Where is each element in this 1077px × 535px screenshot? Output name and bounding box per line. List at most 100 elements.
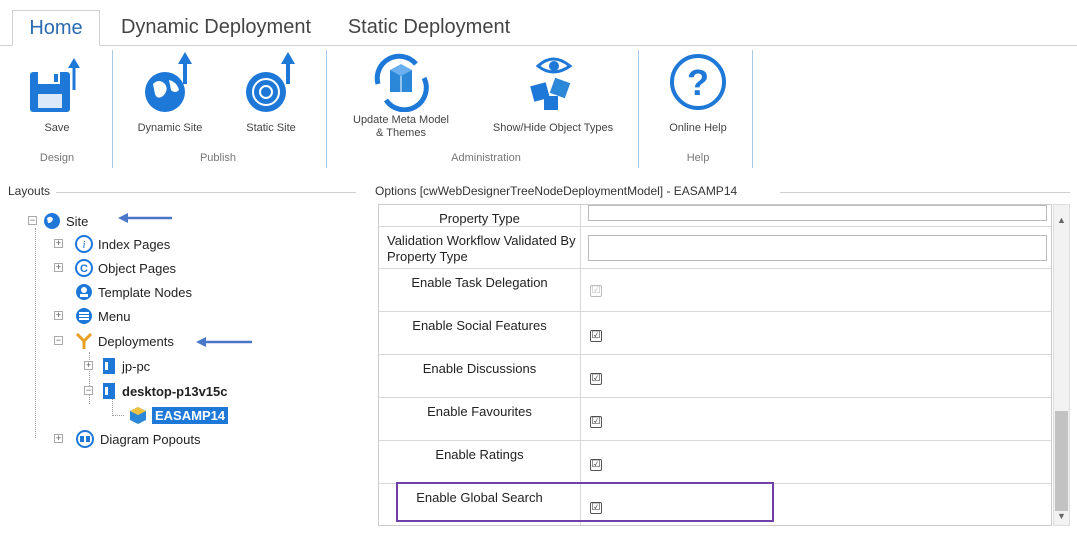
property-row: Enable Social Features ☑ <box>379 312 1051 355</box>
enable-social-features-checkbox[interactable]: ☑ <box>590 330 602 342</box>
group-help-label: Help <box>686 152 710 164</box>
online-help-label: Online Help <box>669 122 727 134</box>
property-row: Validation Workflow Validated By Propert… <box>379 227 1051 269</box>
property-name: Enable Discussions <box>379 355 581 397</box>
tree-item-site[interactable]: − Site <box>28 210 88 232</box>
tree-label: Diagram Popouts <box>100 431 201 447</box>
enable-discussions-checkbox[interactable]: ☑ <box>590 373 602 385</box>
svg-text:i: i <box>82 239 85 251</box>
tree-label: jp-pc <box>122 358 151 374</box>
enable-ratings-checkbox[interactable]: ☑ <box>590 459 602 471</box>
property-name: Enable Ratings <box>379 441 581 483</box>
dynamic-site-globe-icon <box>145 52 192 112</box>
enable-task-delegation-checkbox[interactable]: ☑ <box>590 285 602 297</box>
scroll-up-icon[interactable]: ▲ <box>1054 215 1069 227</box>
tree-label: Menu <box>98 308 131 324</box>
property-name: Validation Workflow Validated By Propert… <box>379 227 581 268</box>
dynamic-site-label: Dynamic Site <box>137 122 203 134</box>
expand-icon[interactable]: + <box>84 361 93 370</box>
menu-icon <box>76 308 92 324</box>
property-name: Enable Favourites <box>379 398 581 440</box>
expand-icon[interactable]: + <box>54 434 63 443</box>
pointer-arrow-icon <box>118 213 172 223</box>
tree-item-deployments[interactable]: − Deployments <box>54 330 174 352</box>
group-separator <box>752 50 753 168</box>
template-icon <box>76 284 92 300</box>
tree-item-menu[interactable]: + Menu <box>54 305 131 327</box>
property-row: Enable Favourites ☑ <box>379 398 1051 441</box>
property-value: ☑ <box>582 441 1051 483</box>
expand-icon[interactable]: + <box>54 311 63 320</box>
collapse-icon[interactable]: − <box>84 386 93 395</box>
options-scrollbar[interactable]: ▲ ▼ <box>1053 204 1070 526</box>
property-row: Property Type <box>379 205 1051 227</box>
info-icon: i <box>75 235 93 253</box>
tree-label: Deployments <box>98 333 174 349</box>
online-help-button[interactable]: ? Online Help <box>658 50 738 135</box>
options-grid: Property Type Validation Workflow Valida… <box>378 204 1052 526</box>
save-label: Save <box>44 122 70 134</box>
group-separator <box>112 50 113 168</box>
tree-item-template-nodes[interactable]: Template Nodes <box>54 281 192 303</box>
tab-dynamic-deployment[interactable]: Dynamic Deployment <box>116 10 316 46</box>
property-value: ☑ <box>582 355 1051 397</box>
tab-bar: Home Dynamic Deployment Static Deploymen… <box>0 0 1077 46</box>
scroll-thumb[interactable] <box>1055 411 1068 511</box>
deployment-icon <box>75 332 93 349</box>
enable-favourites-checkbox[interactable]: ☑ <box>590 416 602 428</box>
save-button[interactable]: Save <box>26 50 88 135</box>
property-name: Property Type <box>379 205 581 226</box>
validation-workflow-input[interactable] <box>588 235 1047 261</box>
property-row: Enable Task Delegation ☑ <box>379 269 1051 312</box>
show-hide-object-types-button[interactable]: Show/Hide Object Types <box>478 50 628 135</box>
update-meta-model-icon <box>374 53 429 112</box>
property-value: ☑ <box>582 398 1051 440</box>
diagram-icon <box>76 430 94 448</box>
collapse-icon[interactable]: − <box>28 216 37 225</box>
tab-home[interactable]: Home <box>12 10 100 46</box>
property-value: ☑ <box>582 269 1051 311</box>
expand-icon[interactable]: + <box>54 263 63 272</box>
tree-item-easamp14[interactable]: EASAMP14 <box>108 404 229 426</box>
tree-label: Index Pages <box>98 236 171 252</box>
svg-text:C: C <box>80 263 88 275</box>
globe-icon <box>44 213 60 229</box>
scroll-down-icon[interactable]: ▼ <box>1054 511 1069 523</box>
server-icon <box>103 383 115 399</box>
dynamic-site-button[interactable]: Dynamic Site <box>128 50 212 135</box>
expand-icon[interactable]: + <box>54 239 63 248</box>
property-row: Enable Ratings ☑ <box>379 441 1051 484</box>
server-icon <box>103 358 115 374</box>
group-administration-label: Administration <box>451 152 521 164</box>
group-design-label: Design <box>39 152 75 164</box>
tree-label: desktop-p13v15c <box>122 383 228 399</box>
static-site-label: Static Site <box>246 122 296 134</box>
group-publish-label: Publish <box>199 152 237 164</box>
collapse-icon[interactable]: − <box>54 336 63 345</box>
update-meta-model-button[interactable]: Update Meta Model & Themes <box>336 50 466 140</box>
update-meta-label-line1: Update Meta Model <box>353 114 449 126</box>
tree-item-object-pages[interactable]: + C Object Pages <box>54 257 176 279</box>
ribbon: Save Design Dynamic Site Static Site Pub… <box>0 45 1077 170</box>
update-meta-label: Update Meta Model & Themes <box>336 114 466 140</box>
tree-label: Object Pages <box>98 260 177 276</box>
tab-static-deployment[interactable]: Static Deployment <box>344 10 514 46</box>
pointer-arrow-icon <box>196 337 252 347</box>
tree-item-jp-pc[interactable]: + jp-pc <box>84 355 150 377</box>
tree-item-index-pages[interactable]: + i Index Pages <box>54 233 170 255</box>
static-site-button[interactable]: Static Site <box>232 50 310 135</box>
tree-item-diagram-popouts[interactable]: + Diagram Popouts <box>54 428 200 450</box>
property-type-input[interactable] <box>588 205 1047 221</box>
model-cube-icon <box>130 407 146 424</box>
group-separator <box>326 50 327 168</box>
property-value: ☑ <box>582 312 1051 354</box>
update-meta-label-line2: & Themes <box>376 127 426 139</box>
svg-text:?: ? <box>687 62 709 103</box>
property-name: Enable Social Features <box>379 312 581 354</box>
tree-item-desktop[interactable]: − desktop-p13v15c <box>84 380 228 402</box>
save-icon <box>30 58 80 112</box>
options-divider <box>780 192 1070 193</box>
tree-connector <box>112 415 124 416</box>
tree-label: Template Nodes <box>98 284 192 300</box>
property-value <box>582 205 1051 226</box>
